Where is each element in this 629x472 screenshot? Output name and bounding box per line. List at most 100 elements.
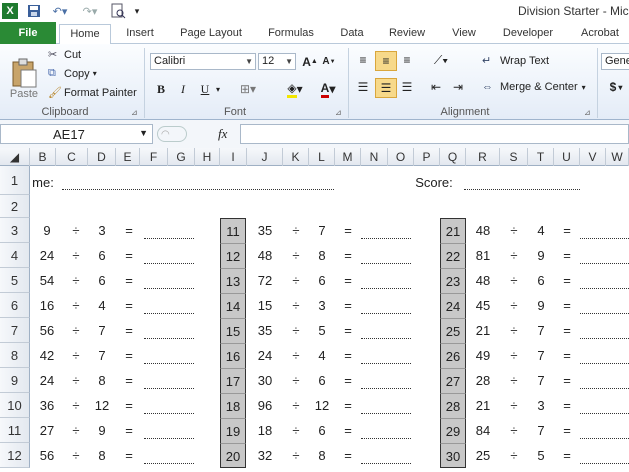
answer-line[interactable]	[144, 387, 194, 389]
column-header-V[interactable]: V	[580, 148, 606, 166]
answer-line[interactable]	[580, 287, 629, 289]
column-header-W[interactable]: W	[606, 148, 629, 166]
font-size-combo[interactable]: 12 ▼	[258, 53, 296, 70]
borders-icon[interactable]: ⊞▾	[233, 80, 263, 98]
tab-insert[interactable]: Insert	[118, 24, 162, 43]
answer-line[interactable]	[580, 312, 629, 314]
print-preview-icon[interactable]	[108, 3, 128, 19]
answer-line[interactable]	[580, 462, 629, 464]
shrink-font-icon[interactable]: A ▼	[321, 53, 337, 70]
tab-view[interactable]: View	[447, 24, 481, 43]
align-center-icon[interactable]: ☰	[375, 78, 397, 98]
insert-function-button[interactable]: fx	[218, 124, 238, 144]
row-header-3[interactable]: 3	[0, 218, 30, 243]
row-header-7[interactable]: 7	[0, 318, 30, 343]
row-header-1[interactable]: 1	[0, 166, 30, 195]
tab-page-layout[interactable]: Page Layout	[175, 24, 247, 43]
font-name-combo[interactable]: Calibri ▼	[150, 53, 256, 70]
redo-icon[interactable]: ↷▾	[78, 3, 102, 19]
answer-line[interactable]	[580, 362, 629, 364]
column-header-B[interactable]: B	[30, 148, 56, 166]
row-header-10[interactable]: 10	[0, 393, 30, 418]
answer-line[interactable]	[580, 237, 629, 239]
align-bottom-icon[interactable]: ≡	[397, 51, 417, 69]
align-middle-icon[interactable]: ≡	[375, 51, 397, 71]
chevron-down-icon[interactable]: ▼	[139, 128, 148, 138]
tab-home[interactable]: Home	[59, 24, 111, 46]
align-left-icon[interactable]: ☰	[353, 78, 373, 96]
tab-acrobat[interactable]: Acrobat	[574, 24, 626, 43]
column-header-I[interactable]: I	[220, 148, 247, 166]
currency-button[interactable]: $ ▾	[603, 78, 629, 96]
column-header-P[interactable]: P	[414, 148, 440, 166]
column-header-M[interactable]: M	[335, 148, 361, 166]
answer-line[interactable]	[144, 287, 194, 289]
select-all-corner[interactable]: ◢	[0, 148, 30, 166]
tab-review[interactable]: Review	[382, 24, 432, 43]
column-header-D[interactable]: D	[88, 148, 116, 166]
answer-line[interactable]	[580, 337, 629, 339]
answer-line[interactable]	[361, 287, 411, 289]
paste-button[interactable]: Paste	[6, 48, 42, 100]
column-header-N[interactable]: N	[361, 148, 388, 166]
row-header-12[interactable]: 12	[0, 443, 30, 468]
answer-line[interactable]	[361, 262, 411, 264]
answer-line[interactable]	[580, 437, 629, 439]
number-format-combo[interactable]: Gene	[601, 53, 629, 70]
dialog-launcher-icon[interactable]: ⊿	[584, 108, 591, 117]
cut-button[interactable]: ✂ Cut	[48, 48, 81, 62]
answer-line[interactable]	[580, 387, 629, 389]
save-icon[interactable]	[26, 3, 42, 19]
row-header-8[interactable]: 8	[0, 343, 30, 368]
increase-indent-icon[interactable]: ⇥	[450, 78, 466, 96]
answer-line[interactable]	[361, 387, 411, 389]
tab-formulas[interactable]: Formulas	[262, 24, 320, 43]
row-header-6[interactable]: 6	[0, 293, 30, 318]
customize-icon[interactable]: ▾	[132, 3, 142, 19]
name-box[interactable]: AE17 ▼	[0, 124, 153, 144]
answer-line[interactable]	[361, 312, 411, 314]
align-right-icon[interactable]: ☰	[397, 78, 417, 96]
format-painter-button[interactable]: 🖌 Format Painter	[48, 86, 137, 100]
excel-logo-icon[interactable]: X	[2, 3, 18, 19]
column-header-K[interactable]: K	[283, 148, 309, 166]
row-header-5[interactable]: 5	[0, 268, 30, 293]
answer-line[interactable]	[361, 337, 411, 339]
answer-line[interactable]	[144, 412, 194, 414]
answer-line[interactable]	[580, 262, 629, 264]
tab-developer[interactable]: Developer	[495, 24, 561, 43]
column-header-R[interactable]: R	[466, 148, 500, 166]
answer-line[interactable]	[361, 237, 411, 239]
orientation-icon[interactable]: ⟋▾	[428, 51, 454, 69]
column-header-H[interactable]: H	[195, 148, 220, 166]
answer-line[interactable]	[361, 362, 411, 364]
answer-line[interactable]	[144, 462, 194, 464]
align-top-icon[interactable]: ≡	[353, 51, 373, 69]
column-header-C[interactable]: C	[56, 148, 88, 166]
wrap-text-button[interactable]: ↵ Wrap Text	[482, 54, 549, 68]
font-color-icon[interactable]: A ▾	[314, 80, 342, 98]
answer-line[interactable]	[144, 437, 194, 439]
chevron-down-icon[interactable]: ▾	[213, 80, 223, 98]
copy-button[interactable]: ⧉ Copy ▾	[48, 67, 97, 80]
answer-line[interactable]	[144, 237, 194, 239]
row-header-9[interactable]: 9	[0, 368, 30, 393]
undo-icon[interactable]: ↶▾	[48, 3, 72, 19]
column-header-U[interactable]: U	[554, 148, 580, 166]
column-header-G[interactable]: G	[168, 148, 195, 166]
answer-line[interactable]	[144, 362, 194, 364]
fill-color-icon[interactable]: ◈ ▾	[280, 80, 310, 98]
row-header-2[interactable]: 2	[0, 195, 30, 218]
row-header-11[interactable]: 11	[0, 418, 30, 443]
formula-input[interactable]	[240, 124, 629, 144]
dialog-launcher-icon[interactable]: ⊿	[131, 108, 138, 117]
answer-line[interactable]	[361, 462, 411, 464]
tab-data[interactable]: Data	[333, 24, 371, 43]
column-header-J[interactable]: J	[247, 148, 283, 166]
column-header-S[interactable]: S	[500, 148, 528, 166]
answer-line[interactable]	[144, 337, 194, 339]
answer-line[interactable]	[144, 312, 194, 314]
column-header-T[interactable]: T	[528, 148, 554, 166]
name-answer-line[interactable]	[62, 188, 334, 190]
bold-button[interactable]: B	[153, 80, 169, 98]
